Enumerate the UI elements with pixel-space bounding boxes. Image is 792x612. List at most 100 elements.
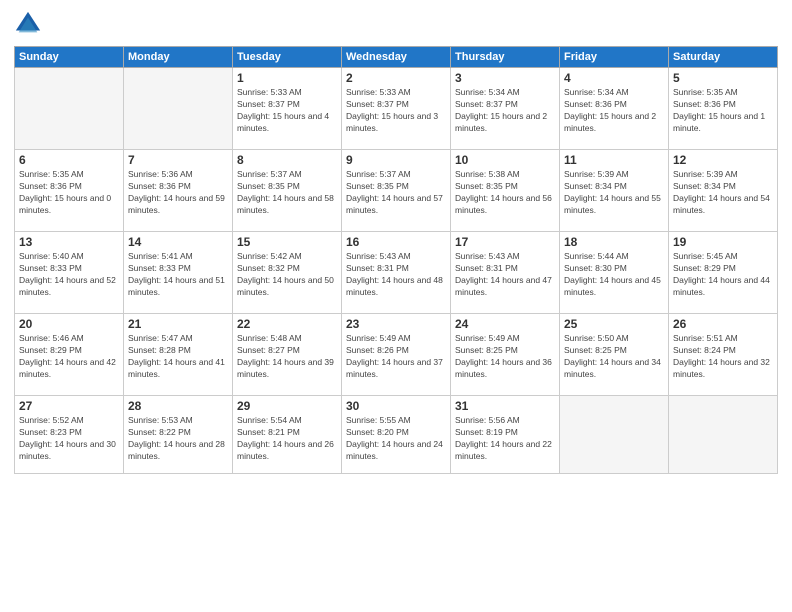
day-number: 16 <box>346 235 446 249</box>
calendar-cell: 10 Sunrise: 5:38 AMSunset: 8:35 PMDayligh… <box>451 150 560 232</box>
calendar-cell: 4 Sunrise: 5:34 AMSunset: 8:36 PMDaylight… <box>560 68 669 150</box>
day-number: 20 <box>19 317 119 331</box>
day-number: 26 <box>673 317 773 331</box>
calendar-cell: 20Sunrise: 5:46 AMSunset: 8:29 PMDayligh… <box>15 314 124 396</box>
calendar-cell: 23Sunrise: 5:49 AMSunset: 8:26 PMDayligh… <box>342 314 451 396</box>
day-info: Sunrise: 5:43 AMSunset: 8:31 PMDaylight:… <box>346 251 446 299</box>
calendar-cell: 24 Sunrise: 5:49 AMSunset: 8:25 PMDayligh… <box>451 314 560 396</box>
calendar-cell: 15Sunrise: 5:42 AMSunset: 8:32 PMDayligh… <box>233 232 342 314</box>
day-number: 7 <box>128 153 228 167</box>
page: SundayMondayTuesdayWednesdayThursdayFrid… <box>0 0 792 612</box>
day-number: 1 <box>237 71 337 85</box>
calendar-cell: 26 Sunrise: 5:51 AMSunset: 8:24 PMDayligh… <box>669 314 778 396</box>
day-number: 31 <box>455 399 555 413</box>
calendar-cell: 1 Sunrise: 5:33 AMSunset: 8:37 PMDaylight… <box>233 68 342 150</box>
calendar-cell: 11 Sunrise: 5:39 AMSunset: 8:34 PMDayligh… <box>560 150 669 232</box>
calendar-cell: 5 Sunrise: 5:35 AMSunset: 8:36 PMDaylight… <box>669 68 778 150</box>
day-number: 12 <box>673 153 773 167</box>
day-info: Sunrise: 5:39 AMSunset: 8:34 PMDaylight:… <box>564 169 664 217</box>
day-info: Sunrise: 5:35 AMSunset: 8:36 PMDaylight:… <box>673 87 773 135</box>
calendar-cell: 18 Sunrise: 5:44 AMSunset: 8:30 PMDayligh… <box>560 232 669 314</box>
day-info: Sunrise: 5:50 AMSunset: 8:25 PMDaylight:… <box>564 333 664 381</box>
week-row-2: 6 Sunrise: 5:35 AMSunset: 8:36 PMDaylight… <box>15 150 778 232</box>
day-info: Sunrise: 5:40 AMSunset: 8:33 PMDaylight:… <box>19 251 119 299</box>
day-info: Sunrise: 5:34 AMSunset: 8:36 PMDaylight:… <box>564 87 664 135</box>
weekday-header-wednesday: Wednesday <box>342 47 451 68</box>
calendar-cell: 17Sunrise: 5:43 AMSunset: 8:31 PMDayligh… <box>451 232 560 314</box>
weekday-header-monday: Monday <box>124 47 233 68</box>
day-number: 3 <box>455 71 555 85</box>
calendar-cell: 7 Sunrise: 5:36 AMSunset: 8:36 PMDaylight… <box>124 150 233 232</box>
day-info: Sunrise: 5:51 AMSunset: 8:24 PMDaylight:… <box>673 333 773 381</box>
header <box>14 10 778 38</box>
calendar-cell: 28 Sunrise: 5:53 AMSunset: 8:22 PMDayligh… <box>124 396 233 474</box>
day-info: Sunrise: 5:55 AMSunset: 8:20 PMDaylight:… <box>346 415 446 463</box>
calendar-cell: 30 Sunrise: 5:55 AMSunset: 8:20 PMDayligh… <box>342 396 451 474</box>
weekday-header-thursday: Thursday <box>451 47 560 68</box>
week-row-5: 27 Sunrise: 5:52 AMSunset: 8:23 PMDayligh… <box>15 396 778 474</box>
day-number: 4 <box>564 71 664 85</box>
day-info: Sunrise: 5:35 AMSunset: 8:36 PMDaylight:… <box>19 169 119 217</box>
calendar-cell: 16 Sunrise: 5:43 AMSunset: 8:31 PMDayligh… <box>342 232 451 314</box>
day-number: 13 <box>19 235 119 249</box>
day-number: 18 <box>564 235 664 249</box>
day-number: 17 <box>455 235 555 249</box>
day-number: 6 <box>19 153 119 167</box>
weekday-header-row: SundayMondayTuesdayWednesdayThursdayFrid… <box>15 47 778 68</box>
day-info: Sunrise: 5:49 AMSunset: 8:25 PMDaylight:… <box>455 333 555 381</box>
day-number: 14 <box>128 235 228 249</box>
calendar-cell: 2 Sunrise: 5:33 AMSunset: 8:37 PMDaylight… <box>342 68 451 150</box>
calendar-cell: 13 Sunrise: 5:40 AMSunset: 8:33 PMDayligh… <box>15 232 124 314</box>
calendar-cell: 31 Sunrise: 5:56 AMSunset: 8:19 PMDayligh… <box>451 396 560 474</box>
day-number: 5 <box>673 71 773 85</box>
day-info: Sunrise: 5:52 AMSunset: 8:23 PMDaylight:… <box>19 415 119 463</box>
day-info: Sunrise: 5:37 AMSunset: 8:35 PMDaylight:… <box>237 169 337 217</box>
day-info: Sunrise: 5:53 AMSunset: 8:22 PMDaylight:… <box>128 415 228 463</box>
weekday-header-tuesday: Tuesday <box>233 47 342 68</box>
day-info: Sunrise: 5:33 AMSunset: 8:37 PMDaylight:… <box>237 87 337 135</box>
week-row-3: 13 Sunrise: 5:40 AMSunset: 8:33 PMDayligh… <box>15 232 778 314</box>
day-info: Sunrise: 5:45 AMSunset: 8:29 PMDaylight:… <box>673 251 773 299</box>
day-info: Sunrise: 5:56 AMSunset: 8:19 PMDaylight:… <box>455 415 555 463</box>
calendar-cell: 3Sunrise: 5:34 AMSunset: 8:37 PMDaylight… <box>451 68 560 150</box>
calendar-cell: 19Sunrise: 5:45 AMSunset: 8:29 PMDayligh… <box>669 232 778 314</box>
calendar-cell: 21 Sunrise: 5:47 AMSunset: 8:28 PMDayligh… <box>124 314 233 396</box>
day-info: Sunrise: 5:54 AMSunset: 8:21 PMDaylight:… <box>237 415 337 463</box>
day-number: 10 <box>455 153 555 167</box>
calendar-cell <box>124 68 233 150</box>
logo-icon <box>14 10 42 38</box>
calendar-cell: 12 Sunrise: 5:39 AMSunset: 8:34 PMDayligh… <box>669 150 778 232</box>
day-number: 11 <box>564 153 664 167</box>
day-info: Sunrise: 5:41 AMSunset: 8:33 PMDaylight:… <box>128 251 228 299</box>
day-info: Sunrise: 5:33 AMSunset: 8:37 PMDaylight:… <box>346 87 446 135</box>
calendar-cell: 25 Sunrise: 5:50 AMSunset: 8:25 PMDayligh… <box>560 314 669 396</box>
day-info: Sunrise: 5:39 AMSunset: 8:34 PMDaylight:… <box>673 169 773 217</box>
week-row-4: 20Sunrise: 5:46 AMSunset: 8:29 PMDayligh… <box>15 314 778 396</box>
day-number: 2 <box>346 71 446 85</box>
calendar-cell: 29 Sunrise: 5:54 AMSunset: 8:21 PMDayligh… <box>233 396 342 474</box>
day-info: Sunrise: 5:37 AMSunset: 8:35 PMDaylight:… <box>346 169 446 217</box>
calendar-table: SundayMondayTuesdayWednesdayThursdayFrid… <box>14 46 778 474</box>
day-number: 9 <box>346 153 446 167</box>
day-number: 28 <box>128 399 228 413</box>
calendar-cell: 9 Sunrise: 5:37 AMSunset: 8:35 PMDaylight… <box>342 150 451 232</box>
day-number: 29 <box>237 399 337 413</box>
day-info: Sunrise: 5:42 AMSunset: 8:32 PMDaylight:… <box>237 251 337 299</box>
calendar-cell <box>669 396 778 474</box>
day-number: 24 <box>455 317 555 331</box>
day-number: 27 <box>19 399 119 413</box>
day-info: Sunrise: 5:36 AMSunset: 8:36 PMDaylight:… <box>128 169 228 217</box>
calendar-cell: 14 Sunrise: 5:41 AMSunset: 8:33 PMDayligh… <box>124 232 233 314</box>
day-number: 25 <box>564 317 664 331</box>
weekday-header-friday: Friday <box>560 47 669 68</box>
day-info: Sunrise: 5:44 AMSunset: 8:30 PMDaylight:… <box>564 251 664 299</box>
logo <box>14 10 46 38</box>
day-number: 21 <box>128 317 228 331</box>
day-info: Sunrise: 5:38 AMSunset: 8:35 PMDaylight:… <box>455 169 555 217</box>
day-number: 30 <box>346 399 446 413</box>
calendar-cell: 8Sunrise: 5:37 AMSunset: 8:35 PMDaylight… <box>233 150 342 232</box>
calendar-cell <box>15 68 124 150</box>
calendar-cell: 6 Sunrise: 5:35 AMSunset: 8:36 PMDaylight… <box>15 150 124 232</box>
calendar-cell <box>560 396 669 474</box>
day-info: Sunrise: 5:47 AMSunset: 8:28 PMDaylight:… <box>128 333 228 381</box>
